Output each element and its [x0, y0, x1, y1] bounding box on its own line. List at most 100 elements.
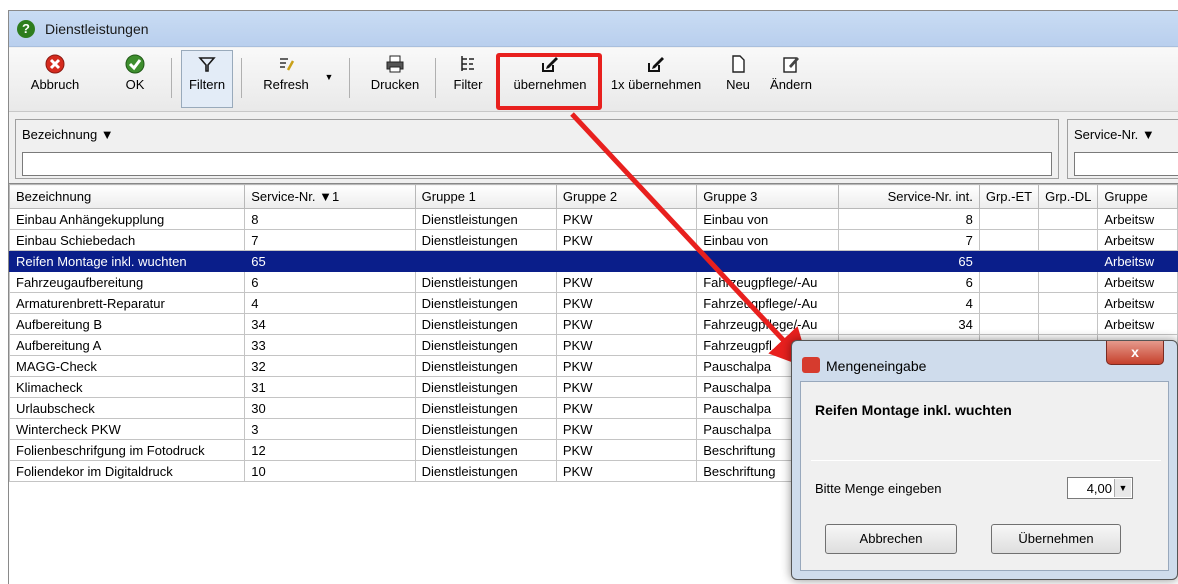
table-row[interactable]: Fahrzeugaufbereitung 6 Dienstleistungen PKW… — [9, 271, 1178, 293]
table-row[interactable]: Einbau Anhängekupplung 8 Dienstleistungen P… — [9, 208, 1178, 230]
table-cell: 65 — [837, 250, 980, 272]
table-cell — [978, 229, 1040, 251]
edit-document-icon — [783, 57, 799, 73]
print-button[interactable]: Drucken — [363, 52, 427, 108]
table-cell: Dienstleistungen — [414, 460, 557, 482]
table-row[interactable]: Reifen Montage inkl. wuchten 65 65 Arbeitsw — [9, 250, 1178, 272]
table-cell: Einbau von — [696, 208, 839, 230]
filter-toggle-button[interactable]: Filtern — [185, 52, 229, 108]
column-header[interactable]: Bezeichnung — [9, 184, 246, 209]
table-cell — [978, 313, 1040, 335]
quantity-combobox[interactable]: 4,00 ▼ — [1067, 477, 1133, 499]
table-cell: Fahrzeugaufbereitung — [9, 271, 246, 293]
table-cell: Dienstleistungen — [414, 208, 557, 230]
table-cell: Dienstleistungen — [414, 313, 557, 335]
table-cell: Dienstleistungen — [414, 418, 557, 440]
table-cell: 12 — [244, 439, 416, 461]
table-cell: Dienstleistungen — [414, 229, 557, 251]
table-cell: PKW — [555, 355, 698, 377]
table-cell: Aufbereitung B — [9, 313, 246, 335]
table-cell — [1038, 229, 1099, 251]
service-no-filter-panel: Service-Nr. ▼ — [1067, 119, 1178, 179]
table-cell — [1038, 292, 1099, 314]
table-cell: 8 — [837, 208, 980, 230]
table-cell: Arbeitsw — [1097, 250, 1178, 272]
dialog-cancel-button[interactable]: Abbrechen — [825, 524, 957, 554]
toolbar-separator — [349, 58, 350, 98]
ok-label: OK — [125, 77, 145, 92]
toolbar-separator — [241, 58, 242, 98]
column-header[interactable]: Gruppe 2 — [555, 184, 698, 209]
new-document-icon — [732, 55, 745, 73]
quantity-value[interactable]: 4,00 — [1087, 481, 1112, 496]
table-cell: Dienstleistungen — [414, 397, 557, 419]
description-filter-input[interactable] — [22, 152, 1052, 176]
dialog-item-name: Reifen Montage inkl. wuchten — [815, 402, 1012, 418]
table-cell: Arbeitsw — [1097, 271, 1178, 293]
table-cell: Klimacheck — [9, 376, 246, 398]
description-filter-panel: Bezeichnung ▼ — [15, 119, 1059, 179]
service-no-filter-input[interactable] — [1074, 152, 1178, 176]
table-cell: PKW — [555, 439, 698, 461]
column-header[interactable]: Grp.-ET — [978, 184, 1040, 209]
table-cell: PKW — [555, 460, 698, 482]
filter-label: Filter — [453, 77, 483, 92]
new-label: Neu — [726, 77, 750, 92]
column-header[interactable]: Gruppe 1 — [414, 184, 557, 209]
cancel-button[interactable]: Abbruch — [29, 52, 81, 108]
table-cell: 3 — [244, 418, 416, 440]
dialog-body: Reifen Montage inkl. wuchten Bitte Menge… — [800, 381, 1169, 571]
table-cell: Dienstleistungen — [414, 292, 557, 314]
table-row[interactable]: Einbau Schiebedach 7 Dienstleistungen PKW Ei… — [9, 229, 1178, 251]
table-cell: 31 — [244, 376, 416, 398]
table-cell: Einbau Anhängekupplung — [9, 208, 246, 230]
funnel-icon — [198, 57, 216, 72]
table-cell: PKW — [555, 208, 698, 230]
table-cell — [555, 250, 698, 272]
column-header[interactable]: Gruppe — [1097, 184, 1178, 209]
column-header[interactable]: Service-Nr. int. — [837, 184, 980, 209]
ok-button[interactable]: OK — [117, 52, 153, 108]
table-cell: Arbeitsw — [1097, 292, 1178, 314]
table-cell: PKW — [555, 229, 698, 251]
table-cell: 8 — [244, 208, 416, 230]
column-header[interactable]: Gruppe 3 — [696, 184, 839, 209]
chevron-down-icon: ▼ — [324, 72, 334, 82]
dialog-title: Mengeneingabe — [826, 358, 927, 374]
title-bar: ? Dienstleistungen — [9, 11, 1178, 47]
table-cell: PKW — [555, 334, 698, 356]
table-cell: Fahrzeugpflege/-Au — [696, 271, 839, 293]
refresh-label: Refresh — [263, 77, 309, 92]
table-cell — [978, 271, 1040, 293]
table-cell: PKW — [555, 397, 698, 419]
table-cell — [978, 292, 1040, 314]
quantity-label: Bitte Menge eingeben — [815, 481, 942, 496]
help-app-icon: ? — [17, 20, 35, 38]
table-row[interactable]: Armaturenbrett-Reparatur 4 Dienstleistunge… — [9, 292, 1178, 314]
new-button[interactable]: Neu — [721, 52, 755, 108]
edit-button[interactable]: Ändern — [763, 52, 819, 108]
dialog-close-button[interactable]: x — [1106, 341, 1164, 365]
table-cell: 6 — [837, 271, 980, 293]
printer-icon — [386, 55, 404, 73]
table-cell: 34 — [837, 313, 980, 335]
dialog-confirm-button[interactable]: Übernehmen — [991, 524, 1121, 554]
table-row[interactable]: Aufbereitung B 34 Dienstleistungen PKW Fahrz… — [9, 313, 1178, 335]
description-filter-label[interactable]: Bezeichnung ▼ — [22, 127, 114, 142]
refresh-dropdown-button[interactable]: ▼ — [323, 70, 335, 84]
column-header[interactable]: Service-Nr. ▼1 — [244, 184, 416, 209]
apply-once-button[interactable]: 1x übernehmen — [601, 52, 711, 108]
table-cell: 4 — [837, 292, 980, 314]
table-cell: MAGG-Check — [9, 355, 246, 377]
column-header[interactable]: Grp.-DL — [1038, 184, 1099, 209]
chevron-down-icon[interactable]: ▼ — [1114, 479, 1131, 497]
filter-button[interactable]: Filter — [445, 52, 491, 108]
service-no-filter-label[interactable]: Service-Nr. ▼ — [1074, 127, 1155, 142]
table-cell: Arbeitsw — [1097, 208, 1178, 230]
quantity-dialog: Mengeneingabe x Reifen Montage inkl. wuc… — [791, 340, 1178, 580]
toolbar-separator — [435, 58, 436, 98]
toolbar-separator — [171, 58, 172, 98]
table-cell — [1038, 313, 1099, 335]
refresh-button[interactable]: Refresh — [253, 52, 319, 108]
table-cell: Wintercheck PKW — [9, 418, 246, 440]
